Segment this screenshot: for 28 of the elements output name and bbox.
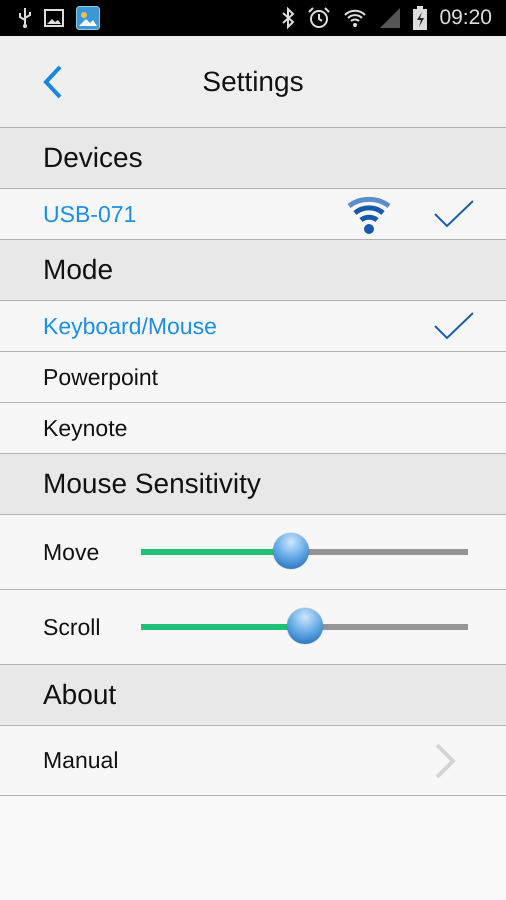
- app-icon: [76, 6, 100, 30]
- image-icon: [44, 9, 64, 27]
- checkmark-icon: [434, 312, 474, 340]
- checkmark-icon: [434, 200, 474, 228]
- section-title: Devices: [43, 142, 143, 174]
- slider-thumb[interactable]: [273, 533, 310, 569]
- wifi-icon: [343, 7, 368, 29]
- slider-label: Scroll: [43, 614, 102, 640]
- link-label: Manual: [43, 747, 118, 774]
- back-button[interactable]: [42, 64, 64, 100]
- option-label: Powerpoint: [43, 364, 158, 390]
- section-title: About: [43, 679, 116, 711]
- signal-icon: [379, 7, 402, 29]
- section-title: Mode: [43, 254, 114, 286]
- clock-time: 09:20: [439, 6, 492, 30]
- bluetooth-icon: [281, 7, 296, 29]
- option-label: Keynote: [43, 414, 128, 442]
- section-title: Mouse Sensitivity: [43, 468, 261, 500]
- option-label: USB-071: [43, 200, 136, 228]
- back-chevron-icon: [42, 64, 64, 100]
- battery-icon: [413, 6, 428, 30]
- screen-title: Settings: [202, 66, 304, 98]
- option-label: Keyboard/Mouse: [43, 312, 217, 340]
- slider-label: Move: [43, 538, 100, 566]
- usb-icon: [18, 7, 32, 29]
- alarm-clock-icon: [307, 6, 332, 30]
- chevron-right-icon: [434, 742, 456, 778]
- slider-thumb[interactable]: [286, 608, 322, 644]
